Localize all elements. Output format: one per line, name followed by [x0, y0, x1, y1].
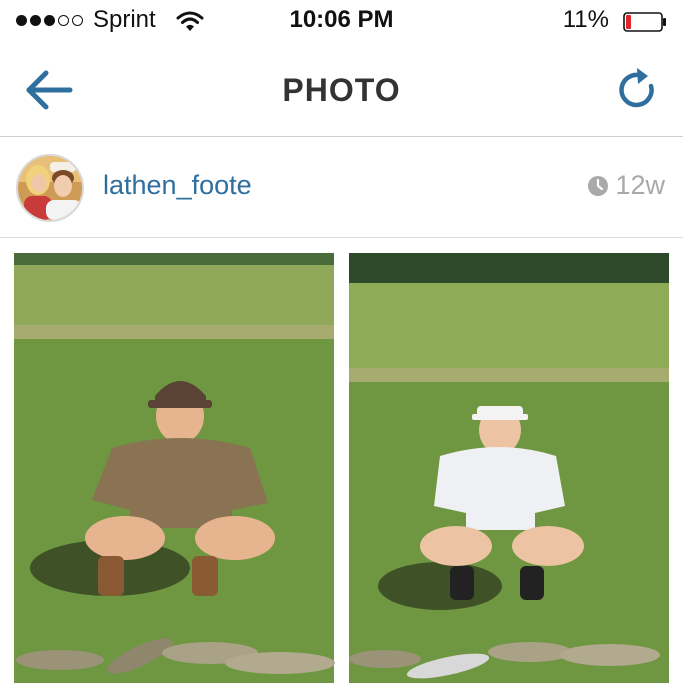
username-link[interactable]: lathen_foote — [103, 170, 252, 201]
photo-panel-right — [349, 253, 669, 683]
refresh-button[interactable] — [615, 66, 659, 112]
status-bar: Sprint 10:06 PM 11% — [0, 0, 683, 44]
post-photo[interactable] — [0, 238, 683, 683]
instagram-photo-screen: Sprint 10:06 PM 11% PHOTO lathen_foote 1… — [0, 0, 683, 683]
battery-icon — [623, 12, 666, 32]
post-time-ago: 12w — [615, 170, 665, 200]
avatar-photo — [18, 156, 82, 220]
post-timestamp: 12w — [587, 170, 665, 201]
battery-percentage: 11% — [562, 6, 609, 33]
photo-panel-left — [14, 253, 335, 683]
navigation-header: PHOTO — [0, 44, 683, 137]
avatar[interactable] — [16, 154, 84, 222]
page-title: PHOTO — [282, 72, 401, 108]
post-author-row: lathen_foote 12w — [0, 137, 683, 238]
clock-icon — [588, 175, 609, 196]
photo-image — [14, 253, 669, 683]
refresh-icon — [619, 68, 654, 108]
